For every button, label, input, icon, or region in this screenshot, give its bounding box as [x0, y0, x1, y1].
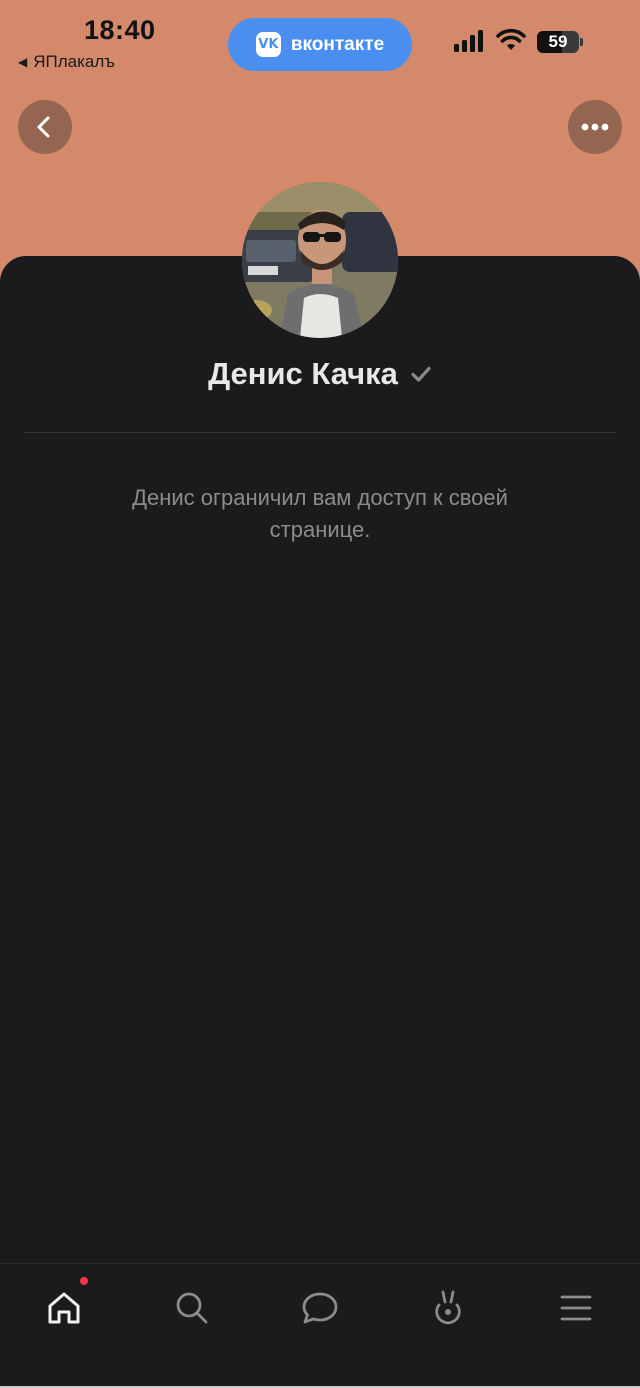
- clips-icon: [435, 1290, 461, 1325]
- access-restricted-message: Денис ограничил вам доступ к своей стран…: [132, 485, 508, 542]
- notification-badge: [80, 1277, 88, 1285]
- back-app-label: ЯПлакалъ: [33, 52, 115, 71]
- cellular-signal-icon: [454, 30, 483, 52]
- checkmark-icon: [411, 366, 431, 382]
- menu-icon: [560, 1295, 592, 1321]
- screen: 18:40 ◀ ЯПлакалъ VK вконтакте 59 Денис К…: [0, 0, 640, 1388]
- profile-name: Денис Качка: [208, 356, 398, 391]
- avatar[interactable]: [242, 182, 398, 338]
- battery-tip: [580, 38, 583, 46]
- battery-level: 59: [548, 32, 568, 51]
- battery-indicator: 59: [537, 31, 579, 53]
- wifi-icon: [496, 28, 526, 50]
- profile-name-row: Денис Качка: [0, 356, 640, 392]
- search-icon: [176, 1292, 208, 1324]
- chat-bubble-icon: [302, 1292, 338, 1324]
- tab-search[interactable]: [168, 1284, 216, 1332]
- tab-menu[interactable]: [552, 1284, 600, 1332]
- more-options-button[interactable]: [568, 100, 622, 154]
- back-to-app-link[interactable]: ◀ ЯПлакалъ: [18, 52, 115, 72]
- divider: [24, 432, 616, 433]
- profile-panel: [0, 256, 640, 1388]
- tab-clips[interactable]: [424, 1284, 472, 1332]
- bottom-tab-bar: [0, 1263, 640, 1388]
- back-button[interactable]: [18, 100, 72, 154]
- home-icon: [48, 1292, 80, 1324]
- profile-photo: [242, 182, 398, 338]
- tab-messages[interactable]: [296, 1284, 344, 1332]
- chevron-left-icon: [37, 116, 50, 138]
- vk-logo-icon: VK: [255, 32, 281, 57]
- app-pill[interactable]: VK вконтакте: [228, 18, 412, 71]
- app-pill-label: вконтакте: [290, 33, 385, 55]
- back-triangle-icon: ◀: [18, 55, 28, 69]
- more-horizontal-icon: [581, 123, 609, 131]
- status-time: 18:40: [84, 15, 156, 45]
- tab-home[interactable]: [40, 1284, 88, 1332]
